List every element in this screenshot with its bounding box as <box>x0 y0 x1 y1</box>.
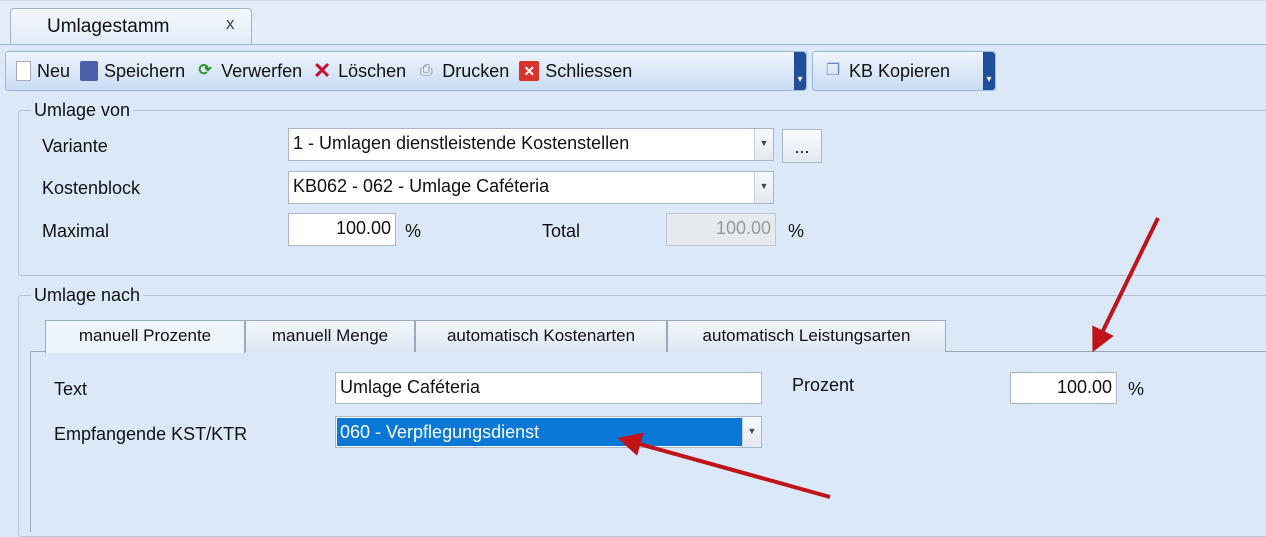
annotation-arrows <box>617 217 1160 499</box>
arrow-to-prozent <box>1092 217 1160 353</box>
arrow-to-empfangende <box>617 432 831 499</box>
